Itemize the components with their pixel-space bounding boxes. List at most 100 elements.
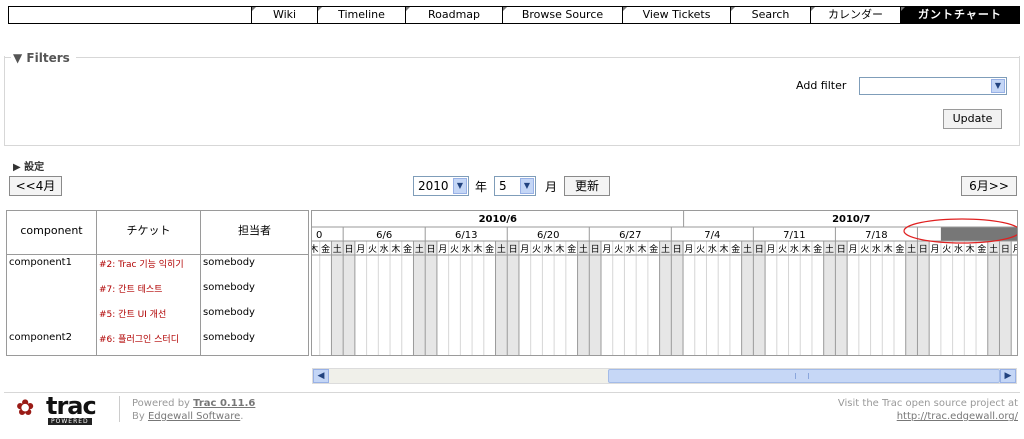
owner-cell: somebody	[203, 332, 255, 343]
day-label: 木	[473, 243, 482, 255]
year-select[interactable]: 2010 ▼	[413, 176, 469, 196]
refresh-button[interactable]: 更新	[564, 176, 610, 196]
day-label: 金	[895, 243, 904, 255]
ticket-link[interactable]: #2: Trac 기능 익히기	[99, 257, 184, 270]
owner-cell: somebody	[203, 282, 255, 293]
weekend-column	[905, 241, 918, 355]
gantt-table-header: component チケット 担当者	[7, 211, 308, 255]
day-label: 火	[942, 244, 951, 255]
chevron-down-icon[interactable]: ▼	[991, 79, 1005, 93]
day-label: 火	[368, 244, 377, 255]
nav-search[interactable]: Search	[730, 7, 810, 23]
ticket-link[interactable]: #7: 간트 테스트	[99, 282, 162, 295]
by-prefix: By	[132, 411, 148, 422]
logo-text: trac	[46, 392, 97, 420]
weekend-column	[671, 241, 684, 355]
ticket-link[interactable]: #6: 플러그인 스터디	[99, 332, 179, 345]
day-label: 水	[626, 243, 635, 255]
filters-toggle[interactable]: ▼ Filters	[13, 51, 70, 65]
weekend-column	[495, 241, 508, 355]
header-ticket: チケット	[97, 211, 201, 255]
month-label: 2010/6	[479, 214, 517, 225]
add-filter-select[interactable]: ▼	[859, 77, 1007, 95]
gantt-grid-svg: 2010/6 2010/7 0 6/6 6/13 6/20 6/27 7/4 7/11 7/18 木…	[312, 211, 1018, 355]
footer-divider	[4, 392, 1020, 393]
grip-icon	[795, 373, 809, 379]
day-label: 木	[312, 243, 318, 255]
month-select[interactable]: 5 ▼	[494, 176, 536, 196]
day-label: 日	[755, 244, 764, 255]
day-label: 月	[684, 244, 693, 255]
day-label: 月	[931, 244, 940, 255]
update-button[interactable]: Update	[943, 109, 1002, 129]
settings-toggle[interactable]: ▶ 設定	[13, 158, 44, 173]
footer-separator	[119, 396, 120, 422]
day-label: 火	[614, 244, 623, 255]
day-label: 木	[391, 243, 400, 255]
scroll-left-icon[interactable]: ◀	[313, 369, 329, 383]
nav-gantt-chart[interactable]: ガントチャート	[900, 7, 1019, 23]
day-label: 土	[825, 243, 834, 255]
weekend-column	[413, 241, 426, 355]
nav-calendar[interactable]: カレンダー	[810, 7, 900, 23]
previous-month-button[interactable]: <<4月	[9, 176, 62, 196]
trac-version-link[interactable]: Trac 0.11.6	[193, 398, 255, 409]
day-label: 土	[333, 243, 342, 255]
edgewall-link[interactable]: Edgewall Software	[148, 411, 240, 422]
day-label: 木	[720, 243, 729, 255]
weekend-column	[917, 241, 930, 355]
weekend-column	[835, 241, 848, 355]
weekend-column	[507, 241, 519, 355]
horizontal-scrollbar[interactable]: ◀ ▶	[312, 368, 1017, 384]
main-navigation: Wiki Timeline Roadmap Browse Source View…	[8, 6, 1020, 24]
trac-project-link[interactable]: http://trac.edgewall.org/	[897, 411, 1018, 422]
day-label: 日	[837, 244, 846, 255]
nav-view-tickets[interactable]: View Tickets	[622, 7, 730, 23]
trac-logo[interactable]: ✿ trac POWERED	[16, 392, 106, 428]
day-label: 木	[884, 243, 893, 255]
week-label: 7/4	[704, 230, 720, 241]
nav-browse-source[interactable]: Browse Source	[502, 7, 622, 23]
weekend-column	[577, 241, 590, 355]
weekend-column	[343, 241, 355, 355]
gantt-calendar-grid[interactable]: 2010/6 2010/7 0 6/6 6/13 6/20 6/27 7/4 7/11 7/18 木…	[311, 210, 1018, 356]
weekend-column	[823, 241, 836, 355]
day-label: 金	[813, 243, 822, 255]
day-label: 火	[778, 244, 787, 255]
day-label: 月	[1013, 244, 1018, 255]
day-label: 木	[555, 243, 564, 255]
paw-icon: ✿	[16, 396, 35, 421]
day-label: 金	[321, 243, 330, 255]
day-label: 土	[579, 243, 588, 255]
day-label: 火	[450, 244, 459, 255]
component-cell: component1	[9, 257, 72, 268]
trac-version: Trac 0.11.6	[193, 398, 256, 409]
nav-wiki[interactable]: Wiki	[251, 7, 317, 23]
scroll-right-icon[interactable]: ▶	[1000, 369, 1016, 383]
weekend-column	[425, 241, 437, 355]
day-label: 月	[438, 244, 447, 255]
weekend-column	[331, 241, 344, 355]
day-label: 金	[403, 243, 412, 255]
day-label: 木	[966, 243, 975, 255]
day-label: 金	[977, 243, 986, 255]
day-label: 月	[848, 244, 857, 255]
nav-roadmap[interactable]: Roadmap	[405, 7, 502, 23]
chevron-down-icon[interactable]: ▼	[453, 178, 467, 194]
footer-visit: Visit the Trac open source project at ht…	[838, 397, 1018, 423]
day-label: 土	[415, 243, 424, 255]
gantt-ticket-table: component チケット 担当者 component1 #2: Trac 기…	[6, 210, 309, 356]
day-label: 水	[872, 243, 881, 255]
day-label: 月	[520, 244, 529, 255]
weekend-column	[753, 241, 766, 355]
weekend-column	[987, 241, 1000, 355]
nav-timeline[interactable]: Timeline	[317, 7, 405, 23]
weekend-column	[741, 241, 754, 355]
ticket-link[interactable]: #5: 간트 UI 개선	[99, 307, 166, 320]
chevron-down-icon[interactable]: ▼	[520, 178, 534, 194]
next-month-button[interactable]: 6月>>	[961, 176, 1017, 196]
month-unit-label: 月	[545, 180, 558, 194]
day-label: 日	[1001, 244, 1010, 255]
scrollbar-thumb[interactable]	[608, 369, 1000, 383]
day-label: 火	[696, 244, 705, 255]
